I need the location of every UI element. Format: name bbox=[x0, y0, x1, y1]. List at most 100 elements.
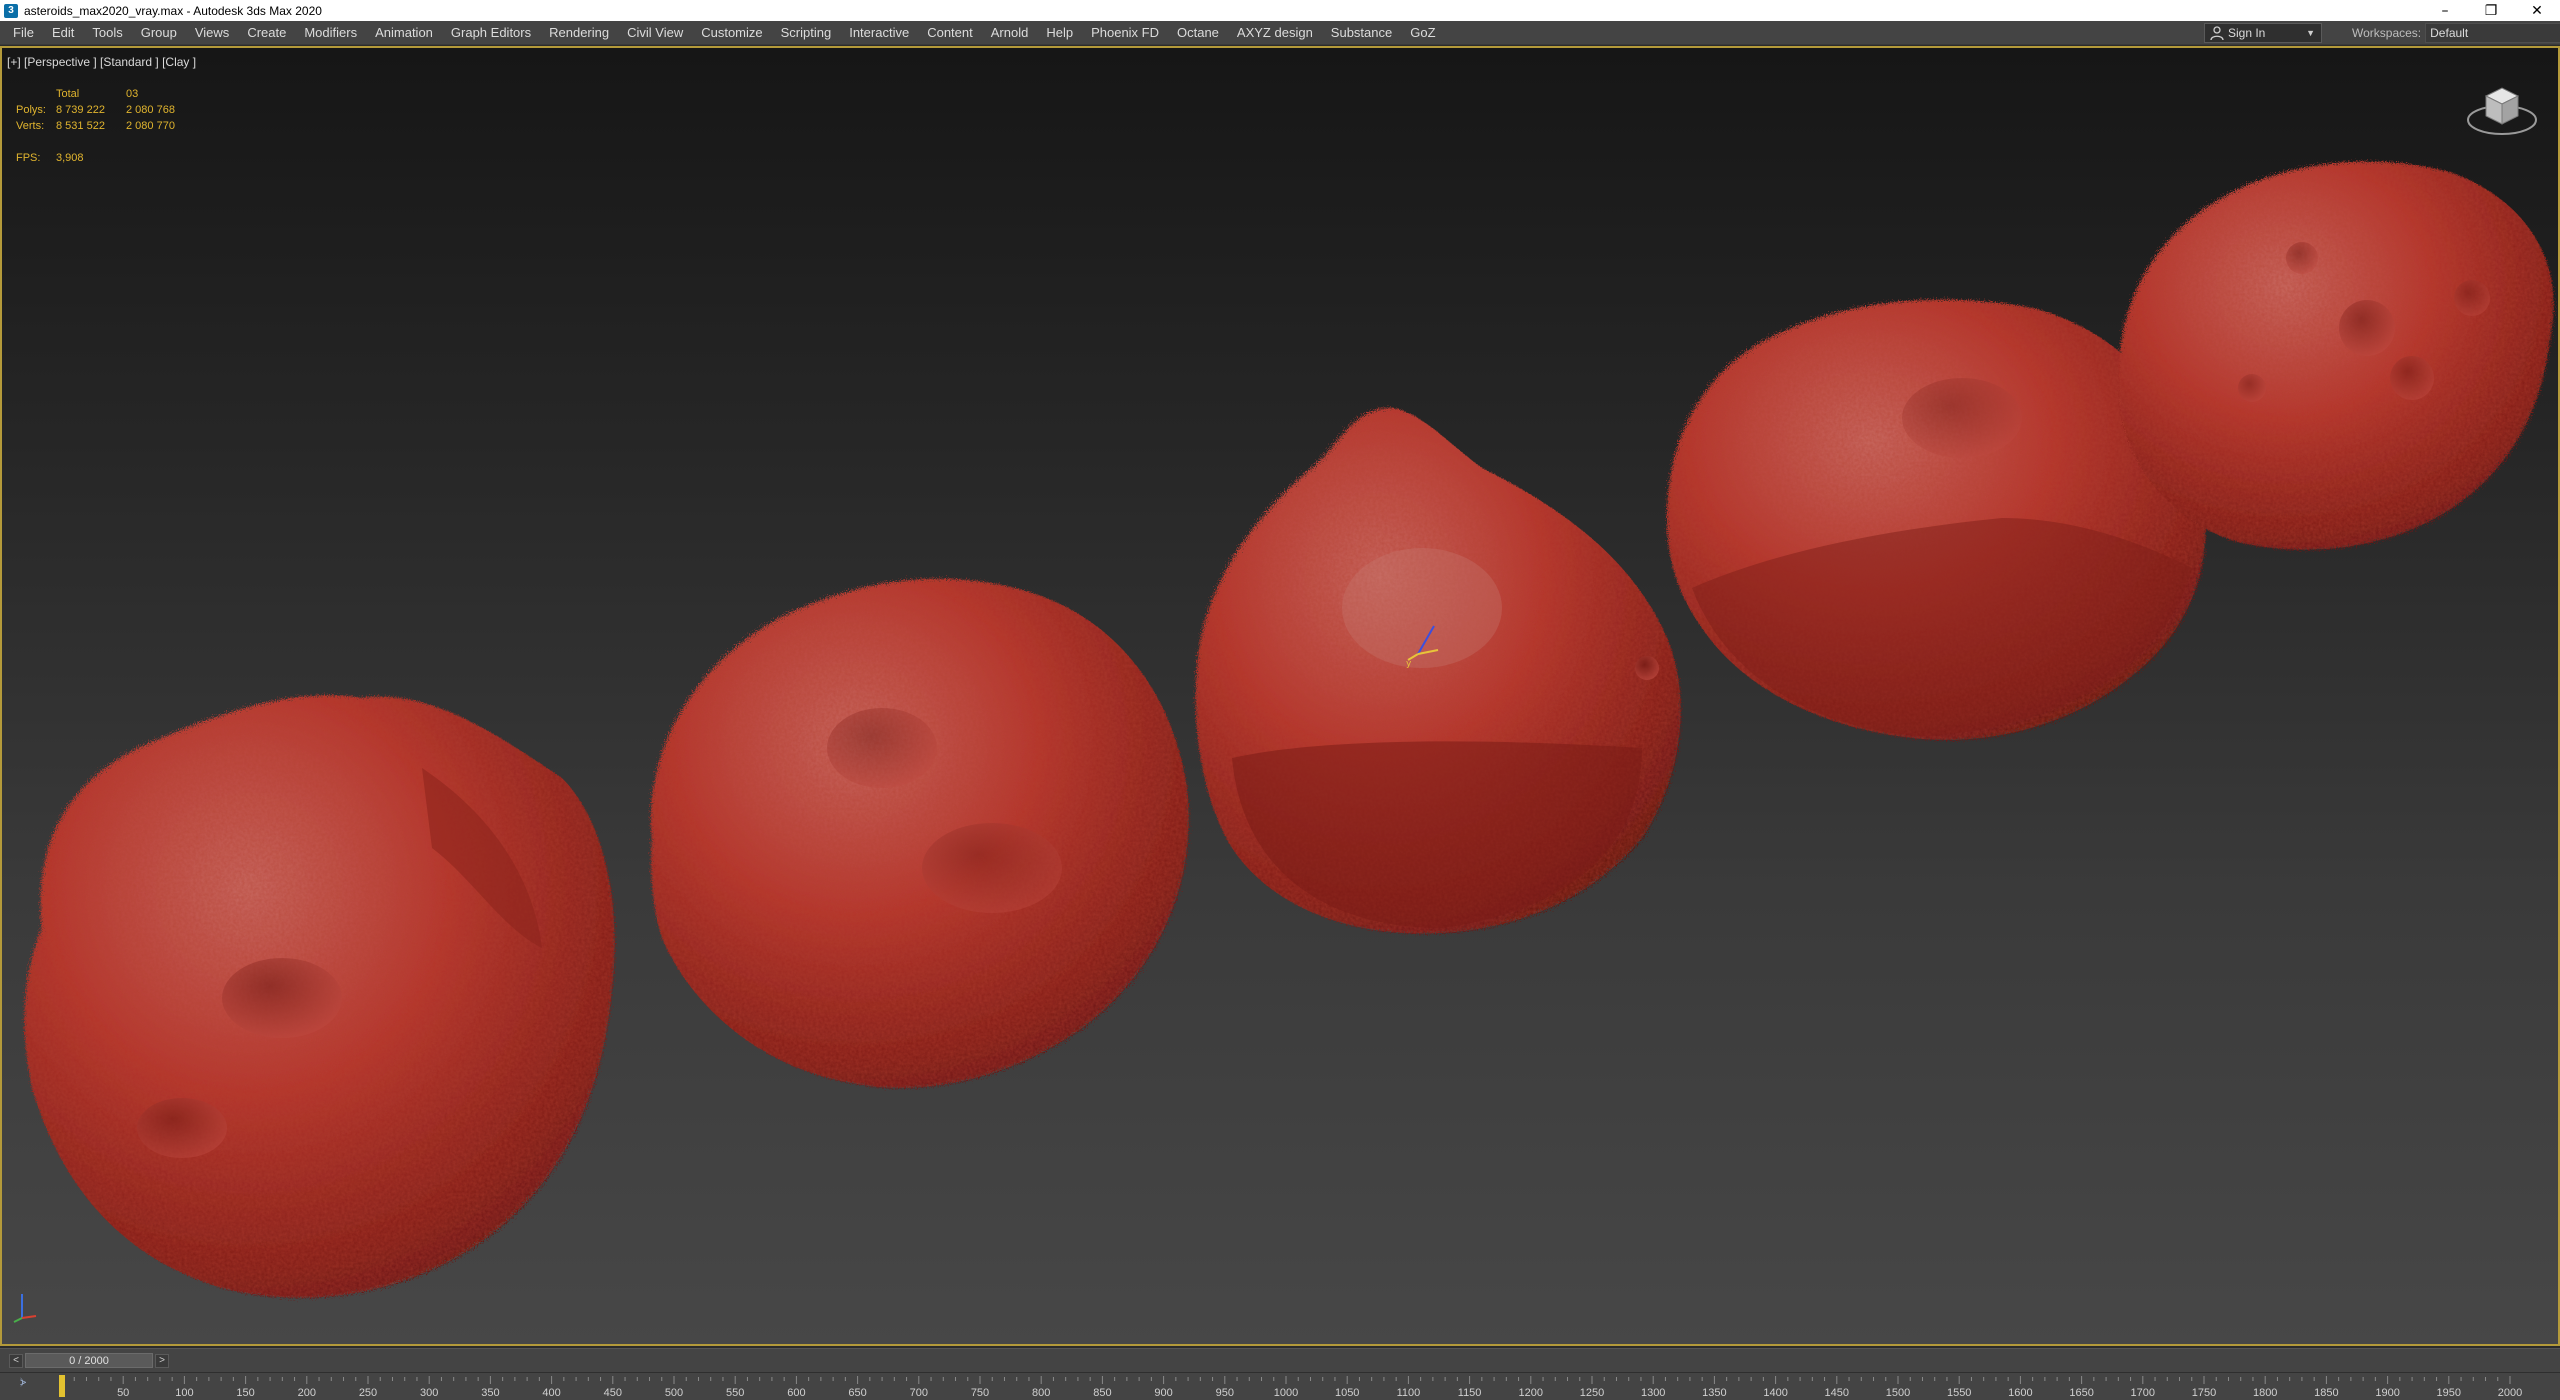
minimize-button[interactable]: – bbox=[2422, 0, 2468, 21]
track-tick-label: 600 bbox=[787, 1387, 805, 1399]
menu-content[interactable]: Content bbox=[918, 21, 982, 45]
track-tick-label: 250 bbox=[359, 1387, 377, 1399]
polys-selected: 2 080 768 bbox=[126, 104, 175, 116]
viewport-label[interactable]: [+] [Perspective ] [Standard ] [Clay ] bbox=[7, 55, 196, 69]
track-tick-label: 1250 bbox=[1580, 1387, 1604, 1399]
transform-gizmo-icon[interactable]: y bbox=[1404, 620, 1444, 668]
menu-create[interactable]: Create bbox=[238, 21, 295, 45]
track-tick-label: 350 bbox=[481, 1387, 499, 1399]
time-slider-bar: < 0 / 2000 > bbox=[0, 1348, 2560, 1372]
menu-interactive[interactable]: Interactive bbox=[840, 21, 918, 45]
previous-frame-button[interactable]: < bbox=[9, 1353, 23, 1368]
menu-views[interactable]: Views bbox=[186, 21, 238, 45]
track-tick-label: 1600 bbox=[2008, 1387, 2032, 1399]
window-title: asteroids_max2020_vray.max - Autodesk 3d… bbox=[24, 3, 322, 18]
track-tick-label: 1900 bbox=[2375, 1387, 2399, 1399]
track-tick-label: 1050 bbox=[1335, 1387, 1359, 1399]
track-tick-label: 850 bbox=[1093, 1387, 1111, 1399]
menu-graph-editors[interactable]: Graph Editors bbox=[442, 21, 540, 45]
stats-total-header: Total bbox=[56, 88, 80, 100]
menu-substance[interactable]: Substance bbox=[1322, 21, 1401, 45]
track-tick-label: 1700 bbox=[2131, 1387, 2155, 1399]
menu-group[interactable]: Group bbox=[132, 21, 186, 45]
window-controls: – ❐ ✕ bbox=[2422, 0, 2560, 21]
track-tick-label: 800 bbox=[1032, 1387, 1050, 1399]
menu-civil-view[interactable]: Civil View bbox=[618, 21, 692, 45]
stats-verts-row: Verts: 8 531 522 2 080 770 bbox=[16, 118, 196, 134]
track-tick-label: 1550 bbox=[1947, 1387, 1971, 1399]
track-tick-label: 650 bbox=[848, 1387, 866, 1399]
verts-label: Verts: bbox=[16, 120, 45, 132]
track-tick-label: 950 bbox=[1216, 1387, 1234, 1399]
asteroid-5[interactable] bbox=[2119, 161, 2554, 550]
track-tick-label: 1150 bbox=[1458, 1387, 1482, 1399]
track-tick-label: 1400 bbox=[1763, 1387, 1787, 1399]
stats-selected-header: 03 bbox=[126, 88, 139, 100]
track-tick-label: 200 bbox=[298, 1387, 316, 1399]
track-tick-label: 2000 bbox=[2498, 1387, 2522, 1399]
asteroid-scene[interactable] bbox=[2, 48, 2558, 1344]
track-tick-label: 750 bbox=[971, 1387, 989, 1399]
track-tick-label: 300 bbox=[420, 1387, 438, 1399]
track-tick-label: 50 bbox=[117, 1387, 129, 1399]
viewcube-icon[interactable] bbox=[2464, 76, 2540, 140]
user-icon bbox=[2210, 26, 2224, 41]
track-tick-label: 1100 bbox=[1397, 1387, 1421, 1399]
asteroid-3[interactable] bbox=[1195, 408, 1681, 934]
track-tick-label: 1200 bbox=[1519, 1387, 1543, 1399]
menu-axyz-design[interactable]: AXYZ design bbox=[1228, 21, 1322, 45]
app-icon: 3 bbox=[4, 3, 18, 18]
menu-file[interactable]: File bbox=[4, 21, 43, 45]
menu-phoenix-fd[interactable]: Phoenix FD bbox=[1082, 21, 1168, 45]
stats-polys-row: Polys: 8 739 222 2 080 768 bbox=[16, 102, 196, 118]
track-tick-label: 500 bbox=[665, 1387, 683, 1399]
workspaces-label: Workspaces: bbox=[2352, 26, 2422, 40]
track-tick-label: 400 bbox=[542, 1387, 560, 1399]
verts-selected: 2 080 770 bbox=[126, 120, 175, 132]
sign-in-dropdown[interactable]: Sign In ▼ bbox=[2204, 23, 2322, 43]
track-tick-label: 700 bbox=[910, 1387, 928, 1399]
menu-help[interactable]: Help bbox=[1037, 21, 1082, 45]
asteroid-1[interactable] bbox=[24, 695, 615, 1298]
statistics-overlay: Total 03 Polys: 8 739 222 2 080 768 Vert… bbox=[16, 86, 196, 166]
track-tick-label: 450 bbox=[604, 1387, 622, 1399]
track-tick-label: 1950 bbox=[2437, 1387, 2461, 1399]
menu-edit[interactable]: Edit bbox=[43, 21, 83, 45]
workspaces-selector: Workspaces: Default bbox=[2352, 23, 2560, 43]
restore-button[interactable]: ❐ bbox=[2468, 0, 2514, 21]
stats-fps-row: FPS: 3,908 bbox=[16, 150, 196, 166]
menu-octane[interactable]: Octane bbox=[1168, 21, 1228, 45]
current-frame-marker[interactable] bbox=[59, 1375, 65, 1397]
fps-value: 3,908 bbox=[56, 152, 84, 164]
menu-goz[interactable]: GoZ bbox=[1401, 21, 1444, 45]
menu-animation[interactable]: Animation bbox=[366, 21, 442, 45]
next-frame-button[interactable]: > bbox=[155, 1353, 169, 1368]
title-bar: 3 asteroids_max2020_vray.max - Autodesk … bbox=[0, 0, 2560, 21]
track-tick-label: 1800 bbox=[2253, 1387, 2277, 1399]
menu-customize[interactable]: Customize bbox=[692, 21, 771, 45]
menu-rendering[interactable]: Rendering bbox=[540, 21, 618, 45]
polys-total: 8 739 222 bbox=[56, 104, 105, 116]
main-menu: File Edit Tools Group Views Create Modif… bbox=[0, 21, 1445, 45]
track-tick-label: 100 bbox=[175, 1387, 193, 1399]
perspective-viewport[interactable]: [+] [Perspective ] [Standard ] [Clay ] T… bbox=[0, 46, 2560, 1346]
axis-tripod-icon bbox=[13, 1294, 37, 1323]
3ds-max-window: 3 asteroids_max2020_vray.max - Autodesk … bbox=[0, 0, 2560, 1400]
menu-scripting[interactable]: Scripting bbox=[772, 21, 841, 45]
workspaces-dropdown[interactable]: Default bbox=[2425, 23, 2560, 43]
track-tick-label: 1450 bbox=[1825, 1387, 1849, 1399]
close-button[interactable]: ✕ bbox=[2514, 0, 2560, 21]
track-bar[interactable]: ⦔ 50 100 150 200 250 300 350 400 450 500 550 600 650… bbox=[0, 1372, 2560, 1400]
track-ruler[interactable]: 50 100 150 200 250 300 350 400 450 500 550 600 650 70… bbox=[0, 1373, 2560, 1400]
menu-bar: File Edit Tools Group Views Create Modif… bbox=[0, 21, 2560, 45]
menu-arnold[interactable]: Arnold bbox=[982, 21, 1038, 45]
track-tick-label: 550 bbox=[726, 1387, 744, 1399]
menu-tools[interactable]: Tools bbox=[83, 21, 131, 45]
time-slider-handle[interactable]: 0 / 2000 bbox=[25, 1353, 153, 1368]
svg-text:y: y bbox=[1406, 659, 1412, 668]
fps-label: FPS: bbox=[16, 152, 41, 164]
asteroid-2[interactable] bbox=[650, 578, 1189, 1088]
track-tick-label: 1750 bbox=[2192, 1387, 2216, 1399]
track-tick-label: 900 bbox=[1154, 1387, 1172, 1399]
menu-modifiers[interactable]: Modifiers bbox=[295, 21, 366, 45]
